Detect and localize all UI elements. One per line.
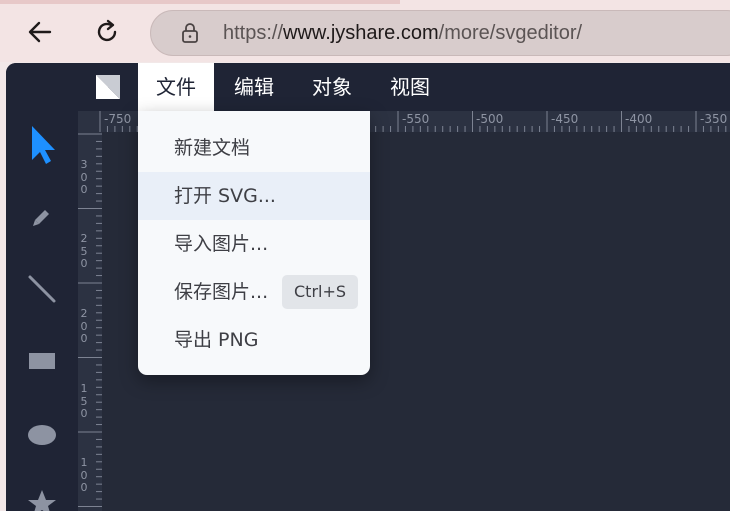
ruler-label: -550 <box>402 112 430 126</box>
menu-item-label: 打开 SVG... <box>174 185 276 207</box>
file-menu-dropdown: 新建文档 打开 SVG... 导入图片... 保存图片... Ctrl+S 导出… <box>138 111 370 375</box>
reload-icon[interactable] <box>89 14 125 50</box>
menu-edit[interactable]: 编辑 <box>216 63 292 111</box>
ruler-digit: 0 <box>80 407 88 420</box>
ruler-label: 300 <box>79 158 89 197</box>
menu-file[interactable]: 文件 <box>138 63 214 111</box>
shortcut-badge: Ctrl+S <box>282 275 359 309</box>
tab-strip <box>0 0 400 4</box>
logo-icon[interactable] <box>96 75 120 99</box>
pencil-icon[interactable] <box>20 195 64 239</box>
lock-icon[interactable] <box>180 20 200 46</box>
url-text[interactable]: https://www.jyshare.com/more/svgeditor/ <box>223 20 582 46</box>
ruler-label: -500 <box>476 112 504 126</box>
menu-object[interactable]: 对象 <box>294 63 370 111</box>
ruler-digit: 0 <box>80 332 88 345</box>
menu-item-new-document[interactable]: 新建文档 <box>138 124 370 172</box>
ruler-digit: 2 <box>80 307 88 320</box>
url-path: /more/svgeditor/ <box>438 22 583 44</box>
star-icon[interactable] <box>20 481 64 511</box>
line-icon[interactable] <box>20 267 64 311</box>
ruler-label: 250 <box>79 232 89 271</box>
menu-item-export-png[interactable]: 导出 PNG <box>138 316 370 364</box>
menu-item-open-svg[interactable]: 打开 SVG... <box>138 172 370 220</box>
ruler-digit: 3 <box>80 158 88 171</box>
menubar: 文件 编辑 对象 视图 <box>6 63 730 111</box>
ruler-digit: 1 <box>80 382 88 395</box>
ruler-label: 150 <box>79 382 89 421</box>
ruler-label: -450 <box>551 112 579 126</box>
ruler-label: -750 <box>104 112 132 126</box>
url-prefix: https:// <box>223 22 284 44</box>
ruler-label: -400 <box>625 112 653 126</box>
ruler-digit: 0 <box>80 481 88 494</box>
menu-item-save-image[interactable]: 保存图片... Ctrl+S <box>138 268 370 316</box>
ruler-digit: 0 <box>80 257 88 270</box>
menu-item-label: 保存图片... <box>174 281 269 303</box>
ruler-label: 200 <box>79 307 89 346</box>
ruler-digit: 2 <box>80 232 88 245</box>
ruler-label: -350 <box>700 112 728 126</box>
select-arrow-icon[interactable] <box>20 123 64 167</box>
arrow-left-icon[interactable] <box>22 14 58 50</box>
rectangle-icon[interactable] <box>20 339 64 383</box>
browser-toolbar: https://www.jyshare.com/more/svgeditor/ <box>0 0 730 62</box>
menu-item-import-image[interactable]: 导入图片... <box>138 220 370 268</box>
tool-panel <box>6 111 78 511</box>
url-host: www.jyshare.com <box>283 22 439 44</box>
menu-item-label: 导入图片... <box>174 233 269 255</box>
menu-view[interactable]: 视图 <box>372 63 448 111</box>
ruler-digit: 1 <box>80 456 88 469</box>
menu-item-label: 新建文档 <box>174 137 251 159</box>
menu-item-label: 导出 PNG <box>174 329 259 351</box>
ellipse-icon[interactable] <box>20 413 64 457</box>
ruler-digit: 0 <box>80 183 88 196</box>
ruler-label: 100 <box>79 456 89 495</box>
